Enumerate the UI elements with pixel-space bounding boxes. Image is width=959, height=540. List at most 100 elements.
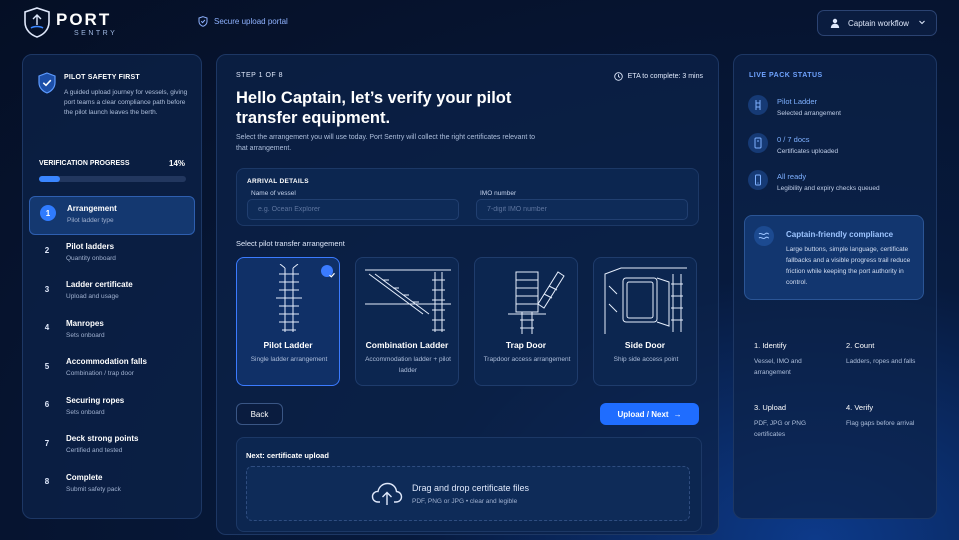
shield-logo-icon bbox=[24, 7, 50, 38]
status-subtitle: Legibility and expiry checks queued bbox=[777, 185, 880, 192]
port-sentry-logo[interactable]: PORT SENTRY bbox=[22, 6, 122, 38]
step-subtitle: Pilot ladder type bbox=[67, 217, 114, 224]
side-door-icon bbox=[604, 267, 687, 334]
step-title: Securing ropes bbox=[66, 395, 125, 405]
chevron-down-icon bbox=[919, 20, 925, 25]
guide-title: 4. Verify bbox=[846, 403, 874, 412]
step-subtitle: Combination / trap door bbox=[66, 370, 134, 377]
guide-title: 2. Count bbox=[846, 341, 875, 350]
step-number: 6 bbox=[44, 400, 50, 409]
eta-label: ETA to complete: 3 mins bbox=[613, 72, 703, 81]
selected-check-icon bbox=[321, 265, 335, 278]
step-subtitle: Upload and usage bbox=[66, 293, 119, 300]
guide-description: PDF, JPG or PNG certificates bbox=[754, 420, 807, 438]
step-subtitle: Submit safety pack bbox=[66, 485, 121, 493]
vessel-name-label: Name of vessel bbox=[251, 190, 296, 197]
certificate-upload-section: Next: certificate upload Drag and drop c… bbox=[236, 437, 702, 532]
combination-ladder-icon bbox=[365, 269, 451, 332]
pilot-ladder-icon bbox=[276, 264, 302, 332]
status-subtitle: Certificates uploaded bbox=[777, 148, 839, 155]
arrangement-select-label: Select pilot transfer arrangement bbox=[236, 239, 345, 248]
card-title: Pilot Ladder bbox=[263, 340, 313, 350]
card-subtitle: Accommodation ladder + pilot ladder bbox=[365, 356, 451, 374]
step-item-ladder-certificate[interactable]: 3 Ladder certificate Upload and usage bbox=[29, 273, 195, 312]
step-number: 4 bbox=[44, 323, 50, 332]
shield-check-icon bbox=[198, 16, 208, 27]
document-icon bbox=[748, 133, 768, 153]
step-item-arrangement[interactable]: 1 Arrangement Pilot ladder type bbox=[29, 196, 195, 235]
safety-title: PILOT SAFETY FIRST bbox=[64, 74, 140, 81]
cloud-upload-icon bbox=[371, 482, 403, 505]
arrow-right-icon: → bbox=[673, 409, 682, 419]
guide-description: Vessel, IMO and arrangement bbox=[754, 358, 802, 376]
status-title: 0 / 7 docs bbox=[777, 135, 810, 144]
guide-step-count: 2. Count Ladders, ropes and falls bbox=[846, 341, 921, 367]
safety-description: A guided upload journey for vessels, giv… bbox=[64, 89, 188, 116]
guide-step-identify: 1. Identify Vessel, IMO and arrangement bbox=[754, 341, 829, 378]
upload-next-button[interactable]: Upload / Next → bbox=[600, 403, 699, 425]
progress-bar-fill bbox=[39, 176, 60, 182]
wave-icon bbox=[754, 226, 774, 246]
step-title: Pilot ladders bbox=[66, 241, 115, 251]
step-item-deck-strong-points[interactable]: 7 Deck strong points Certified and teste… bbox=[29, 427, 195, 466]
step-number: 8 bbox=[44, 477, 50, 486]
compliance-title: Captain-friendly compliance bbox=[786, 230, 894, 239]
step-indicator: STEP 1 OF 8 bbox=[236, 72, 283, 79]
status-item-checks: All ready Legibility and expiry checks q… bbox=[748, 170, 928, 200]
step-number: 2 bbox=[44, 246, 50, 255]
main-form-panel: STEP 1 OF 8 ETA to complete: 3 mins Hell… bbox=[216, 54, 719, 535]
back-button[interactable]: Back bbox=[236, 403, 283, 425]
arrangement-card-trap-door[interactable]: Trap Door Trapdoor access arrangement bbox=[474, 257, 578, 386]
brand-sub: SENTRY bbox=[74, 30, 118, 37]
ladder-icon bbox=[748, 95, 768, 115]
live-status-title: LIVE PACK STATUS bbox=[749, 72, 823, 79]
shield-check-icon bbox=[38, 72, 56, 94]
imo-number-input[interactable] bbox=[476, 199, 688, 220]
status-item-arrangement: Pilot Ladder Selected arrangement bbox=[748, 95, 928, 125]
step-subtitle: Quantity onboard bbox=[66, 254, 116, 262]
status-subtitle: Selected arrangement bbox=[777, 110, 841, 117]
page-title: Hello Captain, let’s verify your pilot t… bbox=[236, 89, 512, 127]
step-number: 5 bbox=[44, 361, 50, 371]
step-title: Manropes bbox=[66, 318, 104, 328]
arrangement-card-pilot-ladder[interactable]: Pilot Ladder Single ladder arrangement bbox=[236, 257, 340, 386]
progress-label: VERIFICATION PROGRESS bbox=[39, 160, 130, 167]
captain-workflow-button[interactable]: Captain workflow bbox=[817, 10, 937, 36]
step-item-manropes[interactable]: 4 Manropes Sets onboard bbox=[29, 312, 195, 351]
step-title: Ladder certificate bbox=[66, 280, 133, 289]
step-title: Complete bbox=[66, 472, 103, 482]
secure-text: Secure upload portal bbox=[214, 17, 288, 26]
guide-description: Ladders, ropes and falls bbox=[846, 358, 916, 365]
arrangement-card-side-door[interactable]: Side Door Ship side access point bbox=[593, 257, 697, 386]
file-dropzone[interactable]: Drag and drop certificate files PDF, PNG… bbox=[246, 466, 690, 521]
step-list: 1 Arrangement Pilot ladder type 2 Pilot … bbox=[29, 196, 195, 504]
step-number: 3 bbox=[44, 284, 50, 294]
status-title: Pilot Ladder bbox=[777, 97, 818, 106]
card-subtitle: Trapdoor access arrangement bbox=[483, 356, 571, 363]
card-title: Combination Ladder bbox=[365, 340, 449, 350]
step-subtitle: Sets onboard bbox=[66, 408, 105, 416]
step-item-securing-ropes[interactable]: 6 Securing ropes Sets onboard bbox=[29, 389, 195, 428]
step-item-accommodation-falls[interactable]: 5 Accommodation falls Combination / trap… bbox=[29, 350, 195, 389]
progress-percent: 14% bbox=[169, 159, 186, 168]
card-title: Trap Door bbox=[505, 340, 547, 350]
status-title: All ready bbox=[777, 172, 807, 181]
compliance-card: Captain-friendly compliance Large button… bbox=[744, 215, 924, 300]
step-number: 1 bbox=[40, 205, 56, 221]
top-bar: PORT SENTRY Secure upload portal Captain… bbox=[0, 0, 959, 46]
page-subtitle: Select the arrangement you will use toda… bbox=[236, 134, 536, 152]
arrangement-card-combination-ladder[interactable]: Combination Ladder Accommodation ladder … bbox=[355, 257, 459, 386]
upload-section-title: Next: certificate upload bbox=[246, 451, 329, 460]
step-item-complete[interactable]: 8 Complete Submit safety pack bbox=[29, 466, 195, 505]
dropzone-subtitle: PDF, PNG or JPG • clear and legible bbox=[412, 498, 518, 505]
trap-door-icon bbox=[508, 271, 565, 334]
live-pack-status-panel: LIVE PACK STATUS Pilot Ladder Selected a… bbox=[733, 54, 937, 519]
step-subtitle: Certified and tested bbox=[66, 447, 123, 454]
user-icon bbox=[830, 18, 840, 28]
step-subtitle: Sets onboard bbox=[66, 331, 105, 339]
guide-step-upload: 3. Upload PDF, JPG or PNG certificates bbox=[754, 403, 829, 440]
status-item-documents: 0 / 7 docs Certificates uploaded bbox=[748, 133, 928, 163]
step-title: Deck strong points bbox=[66, 434, 139, 443]
vessel-name-input[interactable] bbox=[247, 199, 459, 220]
step-item-pilot-ladders[interactable]: 2 Pilot ladders Quantity onboard bbox=[29, 235, 195, 274]
